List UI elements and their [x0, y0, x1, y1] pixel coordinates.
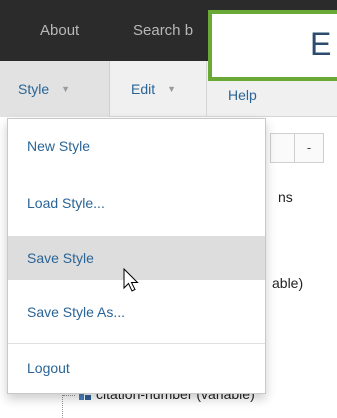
title-overlay: E [208, 10, 337, 81]
toolbar-button[interactable] [270, 133, 294, 163]
menu-item-save-style-as[interactable]: Save Style As... [8, 293, 265, 331]
caret-down-icon: ▼ [61, 84, 71, 94]
edit-menu-label: Edit [131, 81, 156, 97]
nav-search-link[interactable]: Search b [133, 21, 193, 41]
style-menu-label: Style [18, 81, 50, 97]
tree-connector [63, 395, 75, 396]
remove-button[interactable]: - [294, 133, 324, 163]
toolbar-button-group: - [270, 133, 337, 163]
caret-down-icon: ▼ [167, 84, 177, 94]
style-dropdown-menu: New Style Load Style... Save Style Save … [7, 118, 266, 394]
mouse-pointer-icon [123, 268, 139, 292]
menu-item-new-style[interactable]: New Style [8, 127, 265, 165]
edit-menu-button[interactable]: Edit ▼ [111, 61, 207, 117]
tree-node-label: ns [278, 189, 293, 205]
nav-about-link[interactable]: About [40, 21, 79, 41]
page-title: E [310, 26, 332, 62]
style-menu-button[interactable]: Style ▼ [0, 61, 110, 117]
menu-item-logout[interactable]: Logout [8, 349, 265, 387]
menu-item-load-style[interactable]: Load Style... [8, 184, 265, 222]
tree-node-label: able) [272, 275, 304, 291]
menu-divider [8, 343, 265, 344]
help-menu-label: Help [228, 87, 257, 103]
